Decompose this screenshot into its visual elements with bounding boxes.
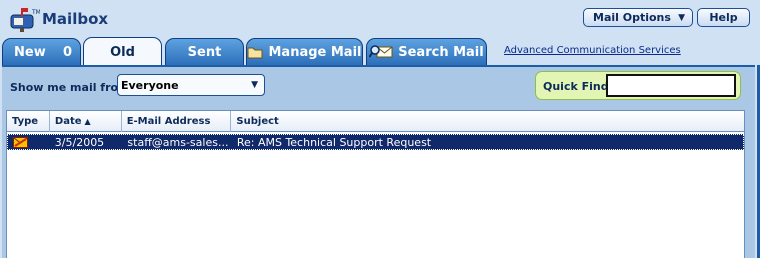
- mail-options-label: Mail Options: [593, 11, 671, 24]
- column-header-type[interactable]: Type: [7, 111, 50, 132]
- ams-link[interactable]: Advanced Communication Services: [504, 45, 681, 56]
- read-mail-icon: [13, 136, 28, 148]
- table-header: Type Date ▲ E-Mail Address Subject: [7, 111, 744, 132]
- mail-panel: Show me mail from: Everyone ▼ Quick Find…: [2, 65, 755, 258]
- svg-text:TM: TM: [31, 9, 40, 16]
- new-count-badge: 0: [62, 44, 72, 60]
- tab-sent[interactable]: Sent: [165, 38, 244, 65]
- folder-icon: [247, 47, 263, 58]
- column-header-date[interactable]: Date ▲: [50, 111, 122, 132]
- chevron-down-icon: ▼: [251, 80, 258, 90]
- caret-down-icon: ▼: [678, 12, 685, 23]
- tab-search-mail[interactable]: Search Mail: [366, 38, 487, 65]
- tab-old[interactable]: Old: [83, 37, 162, 66]
- row-date: 3/5/2005: [54, 135, 105, 149]
- tab-manage-mail-label: Manage Mail: [268, 44, 362, 60]
- filter-label: Show me mail from:: [10, 81, 134, 94]
- tab-new-label: New: [14, 44, 46, 60]
- column-header-date-label: Date: [54, 116, 82, 127]
- row-type-cell: [8, 136, 51, 148]
- column-header-subject[interactable]: Subject: [231, 111, 744, 132]
- app-title: Mailbox: [42, 10, 109, 28]
- row-email: staff@ams-sales...: [127, 135, 229, 149]
- mail-table: Type Date ▲ E-Mail Address Subject 3/5/2…: [6, 110, 745, 258]
- row-subject: Re: AMS Technical Support Request: [236, 135, 432, 149]
- mailbox-icon: TM: [10, 8, 40, 32]
- quick-find-input[interactable]: [606, 74, 736, 97]
- quick-find: Quick Find:: [535, 71, 741, 100]
- tab-manage-mail[interactable]: Manage Mail: [246, 38, 363, 65]
- quick-find-label: Quick Find:: [543, 80, 614, 93]
- table-row[interactable]: 3/5/2005 staff@ams-sales... Re: AMS Tech…: [7, 134, 744, 150]
- sender-filter-value: Everyone: [121, 78, 179, 92]
- tab-new[interactable]: New 0: [2, 38, 81, 65]
- mail-options-button[interactable]: Mail Options ▼: [583, 8, 693, 27]
- tab-old-label: Old: [110, 44, 135, 60]
- tab-search-mail-label: Search Mail: [398, 44, 484, 60]
- sender-filter-select[interactable]: Everyone ▼: [117, 74, 265, 96]
- sort-ascending-icon: ▲: [84, 117, 91, 126]
- search-mail-icon: [369, 45, 393, 58]
- column-header-email[interactable]: E-Mail Address: [122, 111, 232, 132]
- help-button[interactable]: Help: [697, 8, 750, 27]
- tab-sent-label: Sent: [187, 44, 222, 60]
